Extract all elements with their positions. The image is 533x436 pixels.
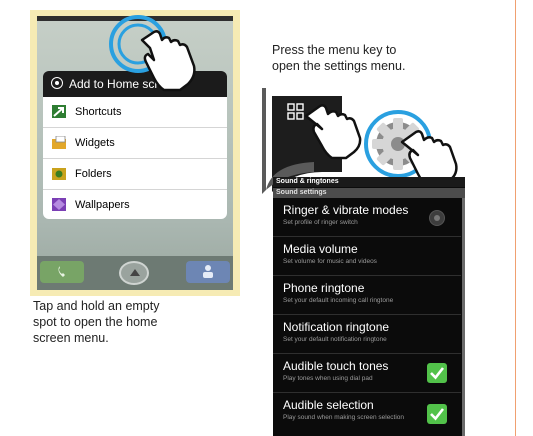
menu-item-shortcuts[interactable]: Shortcuts bbox=[43, 97, 227, 128]
checkmark-icon bbox=[430, 408, 445, 421]
setting-title: Ringer & vibrate modes bbox=[283, 203, 409, 217]
shortcut-arrow-icon bbox=[52, 105, 66, 118]
touch-tones-checkbox[interactable] bbox=[427, 363, 447, 383]
person-icon bbox=[203, 265, 213, 278]
tap-hold-gesture bbox=[109, 15, 196, 92]
phone-icon bbox=[58, 266, 65, 277]
menu-item-wallpapers[interactable]: Wallpapers bbox=[43, 190, 227, 220]
setting-subtitle: Set profile of ringer switch bbox=[283, 219, 358, 226]
caption-line: Tap and hold an empty bbox=[33, 299, 160, 313]
pointing-hand-icon bbox=[140, 30, 196, 92]
home-screen-illustration: Add to Home screen Shortcuts Widgets Fol… bbox=[30, 10, 240, 296]
add-to-home-menu: Shortcuts Widgets Folders Wallpapers bbox=[43, 97, 227, 219]
setting-subtitle: Set your default notification ringtone bbox=[283, 336, 387, 343]
setting-title: Audible touch tones bbox=[283, 359, 389, 373]
home-dock bbox=[37, 256, 233, 290]
menu-item-folders[interactable]: Folders bbox=[43, 159, 227, 190]
launcher-home-button[interactable] bbox=[119, 261, 149, 285]
checkmark-icon bbox=[430, 367, 445, 380]
menu-item-label: Widgets bbox=[75, 137, 115, 149]
audible-selection-checkbox[interactable] bbox=[427, 404, 447, 424]
right-caption: Press the menu key to open the settings … bbox=[272, 42, 405, 74]
dialer-button[interactable] bbox=[40, 261, 84, 283]
setting-subtitle: Set volume for music and videos bbox=[283, 258, 377, 265]
sound-settings-screen: Sound & ringtones Sound settings Ringer … bbox=[273, 177, 465, 436]
ringer-mode-indicator[interactable] bbox=[429, 210, 445, 226]
setting-title: Notification ringtone bbox=[283, 320, 390, 334]
caption-line: open the settings menu. bbox=[272, 59, 406, 73]
setting-title: Audible selection bbox=[283, 398, 374, 412]
wallpaper-icon bbox=[52, 198, 66, 211]
setting-subtitle: Play sound when making screen selection bbox=[283, 414, 405, 421]
setting-subtitle: Play tones when using dial pad bbox=[283, 375, 373, 382]
menu-item-label: Wallpapers bbox=[75, 199, 130, 211]
scrollbar[interactable] bbox=[462, 198, 465, 436]
page-edge-rule bbox=[515, 0, 516, 436]
setting-row-audible-selection[interactable]: Audible selection Play sound when making… bbox=[273, 393, 461, 436]
widgets-folder-icon bbox=[52, 136, 66, 149]
section-header: Sound settings bbox=[273, 188, 465, 198]
caption-line: Press the menu key to bbox=[272, 43, 397, 57]
add-circle-icon bbox=[51, 77, 63, 89]
left-caption: Tap and hold an empty spot to open the h… bbox=[33, 298, 159, 346]
setting-row-audible-touch-tones[interactable]: Audible touch tones Play tones when usin… bbox=[273, 354, 461, 393]
caption-line: screen menu. bbox=[33, 331, 109, 345]
setting-title: Phone ringtone bbox=[283, 281, 365, 295]
menu-item-widgets[interactable]: Widgets bbox=[43, 128, 227, 159]
setting-row-ringer-vibrate[interactable]: Ringer & vibrate modes Set profile of ri… bbox=[273, 198, 461, 237]
setting-row-phone-ringtone[interactable]: Phone ringtone Set your default incoming… bbox=[273, 276, 461, 315]
setting-title: Media volume bbox=[283, 242, 358, 256]
screen-title: Sound & ringtones bbox=[273, 177, 465, 187]
contacts-button[interactable] bbox=[186, 261, 230, 283]
caption-line: spot to open the home bbox=[33, 315, 158, 329]
folder-icon bbox=[52, 168, 66, 180]
menu-item-label: Folders bbox=[75, 168, 112, 180]
setting-row-media-volume[interactable]: Media volume Set volume for music and vi… bbox=[273, 237, 461, 276]
setting-row-notification-ringtone[interactable]: Notification ringtone Set your default n… bbox=[273, 315, 461, 354]
menu-item-label: Shortcuts bbox=[75, 106, 122, 118]
setting-subtitle: Set your default incoming call ringtone bbox=[283, 297, 394, 304]
